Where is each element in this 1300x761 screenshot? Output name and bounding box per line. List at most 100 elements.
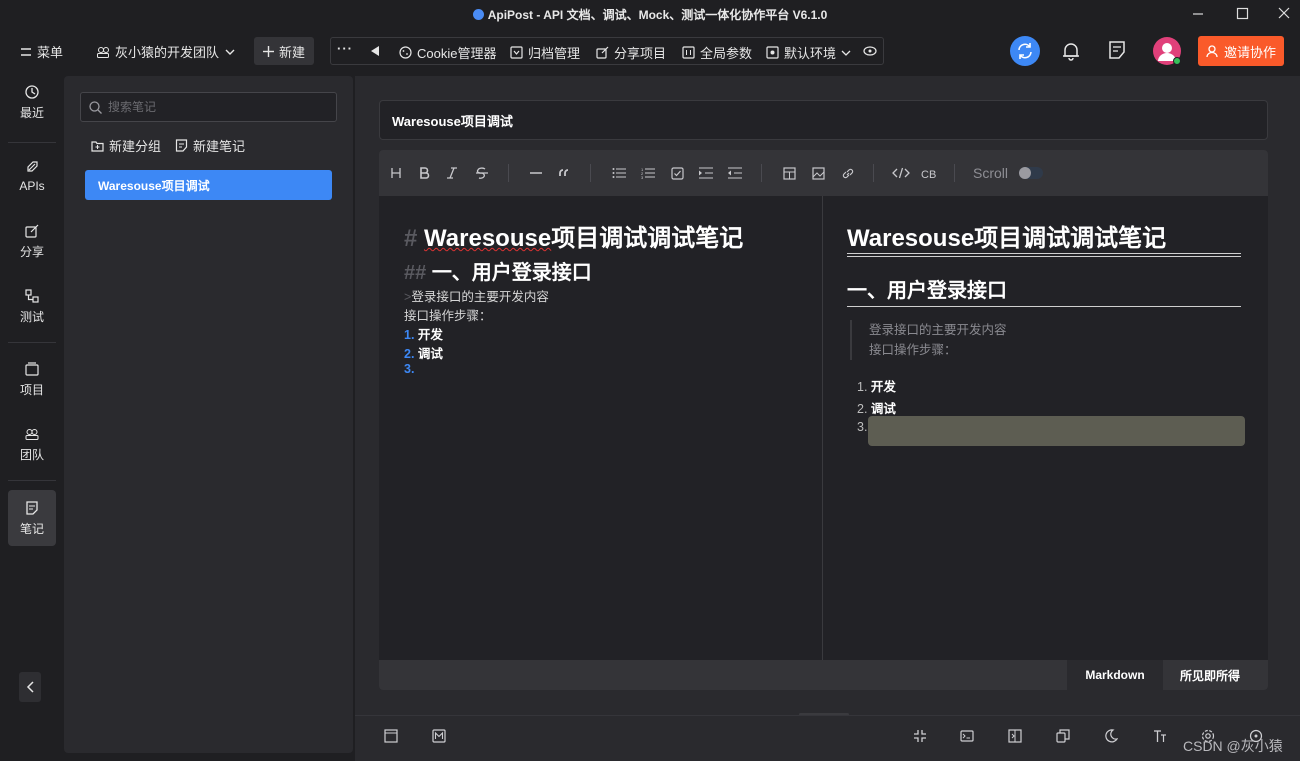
preview-quote-line: 登录接口的主要开发内容 <box>869 323 1007 337</box>
team-selector[interactable]: 灰小猿的开发团队 <box>96 42 236 61</box>
archive-button[interactable]: 归档管理 <box>510 43 580 62</box>
note-list-item[interactable]: Waresouse项目调试 <box>85 170 332 200</box>
md-list-item: 2. 调试 <box>404 343 443 362</box>
global-params-button[interactable]: 全局参数 <box>682 43 752 62</box>
font-size-button[interactable] <box>1152 728 1168 744</box>
search-input[interactable] <box>108 100 328 114</box>
team-icon <box>25 428 39 440</box>
outdent-icon <box>728 167 742 179</box>
title-bar: ApiPost - API 文档、调试、Mock、测试一体化协作平台 V6.1.… <box>0 0 1300 28</box>
preview-heading-1: Waresouse项目调试调试笔记 <box>847 225 1167 252</box>
mode-tab-markdown[interactable]: Markdown <box>1067 660 1163 690</box>
notifications-button[interactable] <box>1062 41 1080 61</box>
svg-text:CB: CB <box>921 169 936 179</box>
md-h2-text: 一、用户登录接口 <box>431 262 592 284</box>
font-size-icon <box>1154 730 1166 742</box>
inline-code-button[interactable] <box>892 165 910 181</box>
bold-icon <box>420 167 430 179</box>
rail-item-project[interactable]: 项目 <box>8 351 56 407</box>
quote-icon <box>559 169 569 176</box>
split-view-button[interactable] <box>1007 728 1023 744</box>
md-line-text: 接口操作步骤： <box>404 309 492 323</box>
strikethrough-button[interactable] <box>474 165 490 181</box>
table-button[interactable] <box>781 165 797 181</box>
preview-list-number: 1. <box>857 380 868 394</box>
document-title-input[interactable]: Waresouse项目调试 <box>379 100 1268 140</box>
eye-icon <box>863 46 877 56</box>
minimize-icon <box>1193 13 1203 15</box>
task-list-button[interactable] <box>669 165 685 181</box>
rail-item-share[interactable]: 分享 <box>8 213 56 269</box>
new-note-button[interactable]: 新建笔记 <box>175 136 245 155</box>
avatar[interactable] <box>1153 37 1181 65</box>
top-toolbar: 菜单 灰小猿的开发团队 新建 ··· Cookie管理器 归档管理 分享项目 全… <box>0 28 1300 74</box>
maximize-button[interactable] <box>1232 4 1252 24</box>
mode-tab-wysiwyg[interactable]: 所见即所得 <box>1163 660 1257 690</box>
code-block-icon: CB <box>921 169 936 179</box>
share-project-button[interactable]: 分享项目 <box>596 43 666 62</box>
console-button[interactable] <box>959 728 975 744</box>
md-h1-marker: # <box>404 225 418 252</box>
rail-label-recent: 最近 <box>19 105 44 120</box>
feedback-button[interactable] <box>1108 40 1126 60</box>
rail-item-test[interactable]: 测试 <box>8 278 56 334</box>
project-tool-group: ··· Cookie管理器 归档管理 分享项目 全局参数 默认环境 <box>330 37 884 65</box>
bullet-list-button[interactable] <box>611 165 627 181</box>
menu-button[interactable]: 菜单 <box>20 42 63 61</box>
rail-item-recent[interactable]: 最近 <box>8 74 56 130</box>
more-button[interactable]: ··· <box>337 41 353 56</box>
environment-selector[interactable]: 默认环境 <box>766 43 851 62</box>
markdown-source-pane[interactable]: # Waresouse项目调试调试笔记 ## 一、用户登录接口 >登录接口的主要… <box>379 196 823 660</box>
quote-button[interactable] <box>556 165 572 181</box>
code-block-button[interactable]: CB <box>921 165 939 181</box>
environment-label: 默认环境 <box>784 46 837 61</box>
copy-button[interactable] <box>1055 728 1071 744</box>
close-button[interactable] <box>1274 4 1294 24</box>
environment-view-button[interactable] <box>863 46 877 56</box>
rail-label-test: 测试 <box>19 309 44 324</box>
compress-button[interactable] <box>912 728 928 744</box>
cookie-manager-button[interactable]: Cookie管理器 <box>399 43 496 62</box>
strikethrough-icon <box>476 167 488 179</box>
indent-button[interactable] <box>698 165 714 181</box>
bold-button[interactable] <box>416 165 432 181</box>
invite-button[interactable]: 邀请协作 <box>1198 36 1284 66</box>
csdn-watermark: CSDN @灰小猿 <box>1183 738 1283 754</box>
collapse-arrow-button[interactable] <box>371 46 379 56</box>
window-icon <box>384 729 398 743</box>
toggle-knob <box>1019 167 1031 179</box>
rail-item-notes[interactable]: 笔记 <box>8 490 56 546</box>
editor-toolbar: 123 CB Scroll <box>379 150 1268 196</box>
italic-icon <box>447 167 457 179</box>
md-list-text: 调试 <box>417 347 443 361</box>
new-button[interactable]: 新建 <box>254 37 314 65</box>
outdent-button[interactable] <box>727 165 743 181</box>
search-icon <box>89 100 102 114</box>
dark-mode-button[interactable] <box>1103 728 1119 744</box>
minimize-button[interactable] <box>1188 4 1208 24</box>
image-button[interactable] <box>810 165 826 181</box>
share-project-label: 分享项目 <box>614 46 667 61</box>
layout-toggle-button[interactable] <box>383 728 399 744</box>
compress-icon <box>914 730 926 742</box>
cookie-icon <box>399 46 412 59</box>
rail-item-apis[interactable]: APIs <box>8 148 56 204</box>
horizontal-rule-button[interactable] <box>528 165 544 181</box>
rail-label-share: 分享 <box>19 244 44 259</box>
heading-button[interactable] <box>388 165 404 181</box>
sync-scroll-toggle[interactable] <box>1019 167 1043 179</box>
markdown-mode-button[interactable] <box>431 728 447 744</box>
md-text-line: 接口操作步骤： <box>404 305 492 324</box>
note-item-title: Waresouse项目调试 <box>98 178 210 193</box>
ordered-list-button[interactable]: 123 <box>640 165 656 181</box>
new-group-label: 新建分组 <box>109 139 162 154</box>
sync-button[interactable] <box>1010 36 1040 66</box>
link-button[interactable] <box>840 165 856 181</box>
copy-icon <box>1056 729 1070 743</box>
collapse-sidebar-button[interactable] <box>19 672 41 702</box>
team-icon <box>97 46 109 58</box>
rail-item-team[interactable]: 团队 <box>8 416 56 472</box>
italic-button[interactable] <box>444 165 460 181</box>
new-group-button[interactable]: 新建分组 <box>91 136 161 155</box>
menu-label: 菜单 <box>37 45 64 60</box>
